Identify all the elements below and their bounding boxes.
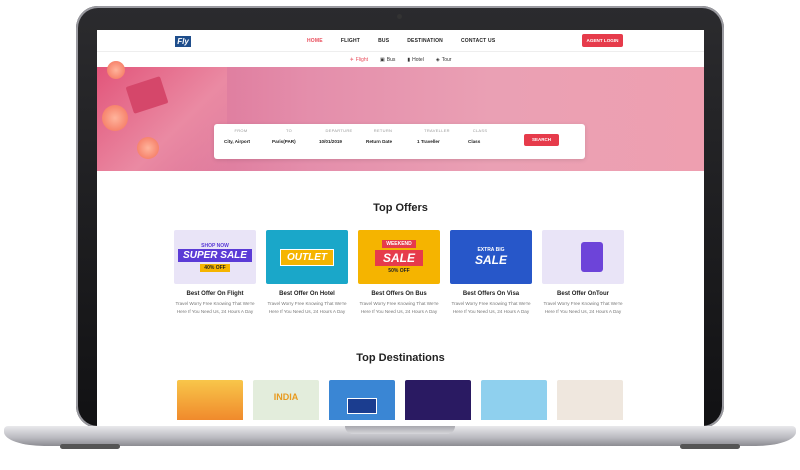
destination-card[interactable] bbox=[481, 380, 547, 420]
field-label: CLASS bbox=[472, 128, 488, 133]
plane-icon: ✈ bbox=[349, 56, 354, 63]
bus-icon: ▣ bbox=[380, 56, 385, 63]
banner-top-text: WEEKEND bbox=[382, 240, 416, 248]
offers-heading: Top Offers bbox=[373, 202, 428, 214]
offer-card[interactable]: WEEKEND SALE 50% OFF Best Offers On Bus … bbox=[358, 230, 440, 315]
orange-image bbox=[102, 105, 128, 131]
flag-illustration bbox=[347, 398, 377, 414]
destination-label: INDIA bbox=[273, 392, 299, 402]
tab-bus[interactable]: ▣ Bus bbox=[380, 57, 395, 63]
hotel-icon: ▮ bbox=[407, 56, 411, 63]
tab-label: Bus bbox=[386, 56, 396, 63]
banner-text: SUPER SALE bbox=[178, 248, 252, 262]
offer-desc: Travel Worry Free Knowing That We're Her… bbox=[451, 301, 531, 314]
offer-card[interactable]: EXTRA BIG SALE Best Offers On Visa Trave… bbox=[450, 230, 532, 315]
laptop-foot bbox=[60, 444, 120, 449]
class-field[interactable]: CLASS Class bbox=[468, 128, 492, 144]
offer-hotel-image: OUTLET bbox=[266, 230, 348, 284]
offer-tour-image bbox=[542, 230, 624, 284]
return-field[interactable]: RETURN Return Date bbox=[366, 128, 400, 144]
destinations-list: INDIA bbox=[177, 380, 623, 420]
from-field[interactable]: FROM City, Airport bbox=[224, 128, 258, 144]
camera bbox=[397, 14, 402, 19]
field-value: 10/01/2019 bbox=[319, 139, 342, 144]
laptop-notch bbox=[345, 426, 455, 434]
field-value: Class bbox=[468, 139, 481, 144]
tab-label: Flight bbox=[355, 56, 369, 63]
offer-desc: Travel Worry Free Knowing That We're Her… bbox=[359, 301, 439, 314]
search-form: FROM City, Airport TO Paris(PAR) DEPARTURE… bbox=[214, 124, 585, 159]
offer-visa-image: EXTRA BIG SALE bbox=[450, 230, 532, 284]
banner-text: SALE bbox=[374, 250, 423, 266]
agent-login-button[interactable]: AGENT LOGIN bbox=[582, 34, 623, 47]
offer-bus-image: WEEKEND SALE 50% OFF bbox=[358, 230, 440, 284]
destination-card[interactable] bbox=[405, 380, 471, 420]
offers-list: SHOP NOW SUPER SALE 40% OFF Best Offer O… bbox=[174, 230, 624, 315]
banner-sub-text: 50% OFF bbox=[388, 268, 410, 274]
logo[interactable]: Fly bbox=[175, 36, 191, 47]
field-value: City, Airport bbox=[224, 139, 251, 144]
field-label: FROM bbox=[234, 128, 248, 133]
booking-tabs: ✈ Flight ▣ Bus ▮ Hotel ◈ Tour bbox=[97, 52, 704, 67]
destination-card[interactable] bbox=[177, 380, 243, 420]
field-value: 1 Traveller bbox=[417, 139, 440, 144]
banner-text: OUTLET bbox=[280, 248, 334, 266]
traveller-field[interactable]: TRAVELLER 1 Traveller bbox=[417, 128, 457, 144]
offer-title: Best Offer OnTour bbox=[557, 291, 609, 297]
field-label: TRAVELLER bbox=[424, 128, 450, 133]
nav-link-flight[interactable]: FLIGHT bbox=[341, 38, 360, 44]
offer-desc: Travel Worry Free Knowing That We're Her… bbox=[543, 301, 623, 314]
offer-desc: Travel Worry Free Knowing That We're Her… bbox=[175, 301, 255, 314]
destination-card[interactable] bbox=[557, 380, 623, 420]
offer-card[interactable]: SHOP NOW SUPER SALE 40% OFF Best Offer O… bbox=[174, 230, 256, 315]
offer-desc: Travel Worry Free Knowing That We're Her… bbox=[267, 301, 347, 314]
orange-image bbox=[107, 61, 125, 79]
field-value: Paris(PAR) bbox=[272, 139, 296, 144]
field-label: RETURN bbox=[373, 128, 393, 133]
offer-title: Best Offer On Flight bbox=[186, 291, 244, 297]
destination-card[interactable]: INDIA bbox=[253, 380, 319, 420]
offer-flight-image: SHOP NOW SUPER SALE 40% OFF bbox=[174, 230, 256, 284]
departure-field[interactable]: DEPARTURE 10/01/2019 bbox=[319, 128, 359, 144]
field-value: Return Date bbox=[366, 139, 393, 144]
orange-image bbox=[137, 137, 159, 159]
offer-title: Best Offers On Visa bbox=[462, 291, 520, 297]
laptop-frame: Fly HOME FLIGHT BUS DESTINATION CONTACT … bbox=[0, 0, 800, 470]
banner-text: SALE bbox=[474, 253, 507, 267]
destination-card[interactable] bbox=[329, 380, 395, 420]
offer-title: Best Offers On Bus bbox=[371, 291, 427, 297]
nav-link-destination[interactable]: DESTINATION bbox=[407, 38, 443, 44]
phone-illustration bbox=[581, 242, 603, 272]
field-label: DEPARTURE bbox=[325, 128, 353, 133]
field-label: TO bbox=[285, 128, 293, 133]
destinations-heading: Top Destinations bbox=[356, 352, 445, 364]
nav-link-contact[interactable]: CONTACT US bbox=[461, 38, 495, 44]
tab-label: Hotel bbox=[412, 56, 424, 63]
offer-card[interactable]: OUTLET Best Offer On Hotel Travel Worry … bbox=[266, 230, 348, 315]
tab-flight[interactable]: ✈ Flight bbox=[350, 57, 368, 63]
navbar: Fly HOME FLIGHT BUS DESTINATION CONTACT … bbox=[97, 30, 704, 52]
tab-tour[interactable]: ◈ Tour bbox=[436, 57, 452, 63]
nav-link-bus[interactable]: BUS bbox=[378, 38, 389, 44]
browser-screen: Fly HOME FLIGHT BUS DESTINATION CONTACT … bbox=[97, 30, 704, 426]
to-field[interactable]: TO Paris(PAR) bbox=[272, 128, 306, 144]
offer-title: Best Offer On Hotel bbox=[279, 291, 335, 297]
offer-card[interactable]: Best Offer OnTour Travel Worry Free Know… bbox=[542, 230, 624, 315]
laptop-foot bbox=[680, 444, 740, 449]
nav-link-home[interactable]: HOME bbox=[307, 38, 323, 44]
search-button[interactable]: SEARCH bbox=[524, 134, 559, 146]
tab-label: Tour bbox=[441, 56, 452, 63]
tab-hotel[interactable]: ▮ Hotel bbox=[407, 57, 423, 63]
banner-sub-text: 40% OFF bbox=[200, 263, 230, 272]
tour-icon: ◈ bbox=[435, 56, 440, 63]
nav-links: HOME FLIGHT BUS DESTINATION CONTACT US bbox=[307, 38, 495, 44]
